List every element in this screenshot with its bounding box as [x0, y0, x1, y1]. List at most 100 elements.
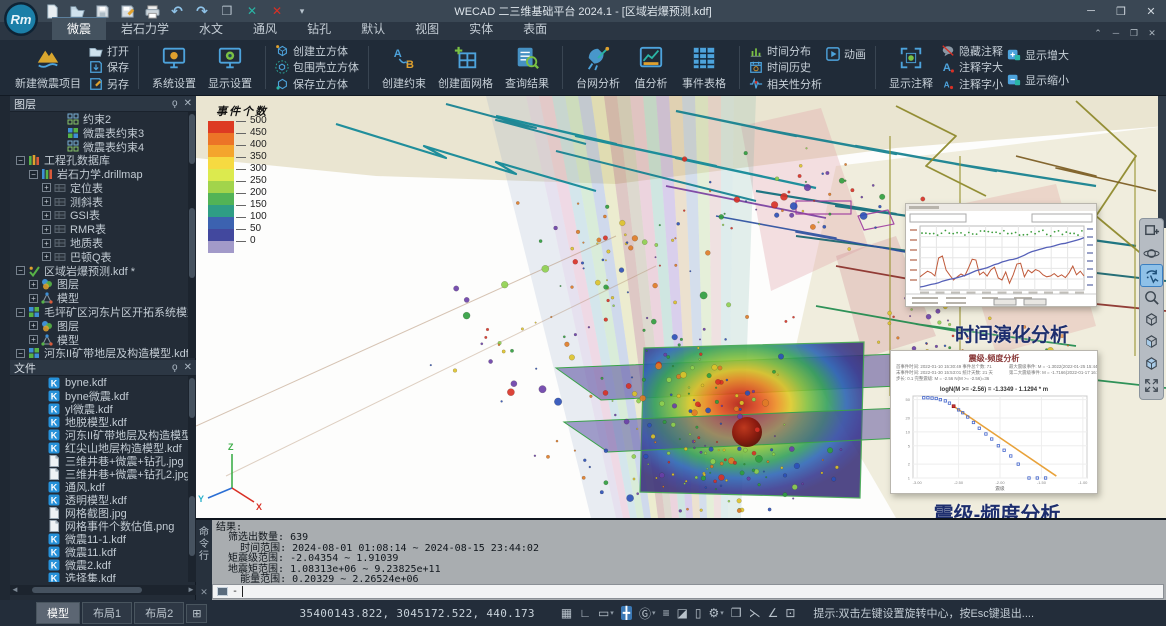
pin-icon[interactable]: ϙ	[172, 98, 178, 109]
print-icon[interactable]	[144, 3, 160, 19]
ribbon-button-查询结果[interactable]: 查询结果	[499, 42, 555, 93]
ribbon-button-注释字大[interactable]: A注释字大	[941, 59, 1003, 75]
ribbon-button-显示设置[interactable]: 显示设置	[202, 42, 258, 93]
console-tab-command-line[interactable]: 命令行✕	[196, 520, 212, 602]
close-icon[interactable]: ✕	[184, 98, 192, 109]
layout-tab-模型[interactable]: 模型	[36, 602, 80, 624]
view-cube-solid-icon[interactable]	[1141, 353, 1162, 374]
menu-tab-钻孔[interactable]: 钻孔	[292, 18, 346, 40]
close-button[interactable]: ✕	[1136, 0, 1166, 22]
gear-icon[interactable]: ⚙▾	[709, 606, 724, 620]
files-scrollbar[interactable]	[188, 376, 196, 582]
cube-icon[interactable]: ❒	[731, 606, 742, 620]
layers-scrollbar[interactable]	[188, 112, 196, 358]
3d-viewport[interactable]: ZYX 事件个数 500450400350300250200150100500 …	[196, 96, 1166, 518]
ribbon-button-注释字小[interactable]: A注释字小	[941, 76, 1003, 92]
mdi-restore-button[interactable]: ❐	[1126, 26, 1142, 40]
ribbon-button-隐藏注释[interactable]: 隐藏注释	[941, 43, 1003, 59]
tree-item-图层[interactable]: +图层	[10, 278, 188, 292]
maximize-button[interactable]: ❒	[1106, 0, 1136, 22]
tree-expander[interactable]: +	[42, 211, 51, 220]
ribbon-button-系统设置[interactable]: 系统设置	[146, 42, 202, 93]
tree-expander[interactable]: +	[42, 252, 51, 261]
tree-expander[interactable]: +	[42, 197, 51, 206]
ribbon-button-包围壳立方体[interactable]: 包围壳立方体	[275, 59, 359, 75]
object-snap-icon[interactable]: ╋	[621, 606, 632, 620]
save-edit-icon[interactable]	[119, 3, 135, 19]
ribbon-button-时间历史[interactable]: 时间历史	[749, 59, 822, 75]
view-rotate-icon[interactable]	[1141, 265, 1162, 286]
close-red-icon[interactable]: ✕	[269, 3, 285, 19]
tree-expander[interactable]: +	[29, 280, 38, 289]
layout-tab-布局2[interactable]: 布局2	[134, 602, 184, 624]
lineweight-icon[interactable]: ≡	[663, 606, 670, 620]
ribbon-button-另存[interactable]: 另存	[89, 76, 129, 92]
ribbon-button-打开[interactable]: 打开	[89, 43, 129, 59]
ribbon-button-新建微震项目[interactable]: 新建微震项目	[9, 42, 87, 93]
paint-icon[interactable]: ◪	[677, 606, 688, 620]
view-orbit-icon[interactable]	[1141, 243, 1162, 264]
file-item-选择集.kdf[interactable]: K选择集.kdf	[10, 571, 188, 582]
console-close-icon[interactable]: ✕	[200, 587, 208, 598]
ribbon-button-创建面网格[interactable]: 创建面网格	[432, 42, 499, 93]
tree-item-区域岩爆预测.kdf *[interactable]: −区域岩爆预测.kdf *	[10, 264, 188, 278]
ribbon-button-显示缩小[interactable]: 显示缩小	[1007, 72, 1069, 88]
menu-tab-视图[interactable]: 视图	[400, 18, 454, 40]
pin-icon[interactable]: ϙ	[172, 362, 178, 373]
menu-tab-实体[interactable]: 实体	[454, 18, 508, 40]
menu-tab-通风[interactable]: 通风	[238, 18, 292, 40]
tree-expander[interactable]: −	[16, 156, 25, 165]
window-cube-icon[interactable]: ❒	[219, 3, 235, 19]
ribbon-button-相关性分析[interactable]: 相关性分析	[749, 76, 822, 92]
polar-track-icon[interactable]: ▭▾	[598, 606, 614, 620]
ribbon-button-显示增大[interactable]: 显示增大	[1007, 47, 1069, 63]
ribbon-button-创建立方体[interactable]: 创建立方体	[275, 43, 359, 59]
grid-snap-icon[interactable]: ▦	[561, 606, 572, 620]
view-cube-wire-icon[interactable]	[1141, 309, 1162, 330]
mdi-minimize-button[interactable]: ─	[1108, 26, 1124, 40]
redo-icon[interactable]: ↷	[194, 3, 210, 19]
menu-tab-默认[interactable]: 默认	[346, 18, 400, 40]
tree-expander[interactable]: +	[29, 335, 38, 344]
close-icon[interactable]: ✕	[184, 362, 192, 373]
ribbon-button-保存[interactable]: 保存	[89, 59, 129, 75]
view-expand-icon[interactable]	[1141, 375, 1162, 396]
tree-expander[interactable]: +	[42, 239, 51, 248]
minimize-button[interactable]: ─	[1076, 0, 1106, 22]
sheet-icon[interactable]: ▯	[695, 606, 702, 620]
ortho-icon[interactable]: ∟	[579, 606, 591, 620]
runner-icon[interactable]: ⋋	[749, 606, 761, 620]
mdi-up-button[interactable]: ⌃	[1090, 26, 1106, 40]
files-hscrollbar[interactable]: ◄ ►	[10, 585, 196, 595]
qa-dropdown-icon[interactable]: ▾	[294, 3, 310, 19]
ribbon-button-保存立方体[interactable]: 保存立方体	[275, 76, 359, 92]
command-input[interactable]: -	[212, 584, 1164, 599]
layout-tab-布局1[interactable]: 布局1	[82, 602, 132, 624]
tree-expander[interactable]: −	[16, 266, 25, 275]
ribbon-button-动画[interactable]: 动画	[826, 46, 866, 62]
ribbon-button-值分析[interactable]: 值分析	[626, 42, 676, 93]
layout-tab-+[interactable]: ⊞	[186, 604, 207, 623]
menu-tab-表面[interactable]: 表面	[508, 18, 562, 40]
close-teal-icon[interactable]: ✕	[244, 3, 260, 19]
snap-rotate-icon[interactable]: Ⓖ▾	[639, 605, 656, 622]
tree-item-毛坪矿区河东片区开拓系统模型 (1).k[interactable]: −毛坪矿区河东片区开拓系统模型 (1).k	[10, 305, 188, 319]
mdi-close-button[interactable]: ✕	[1144, 26, 1160, 40]
tree-item-河东II矿带地层及构造模型.kdf *[interactable]: −河东II矿带地层及构造模型.kdf *	[10, 347, 188, 358]
ribbon-button-创建约束[interactable]: AB创建约束	[376, 42, 432, 93]
ribbon-button-时间分布[interactable]: 时间分布	[749, 43, 822, 59]
view-pan-icon[interactable]	[1141, 221, 1162, 242]
undo-icon[interactable]: ↶	[169, 3, 185, 19]
tree-expander[interactable]: +	[42, 183, 51, 192]
view-cube-face-icon[interactable]	[1141, 331, 1162, 352]
tree-expander[interactable]: −	[16, 349, 25, 358]
menu-tab-岩石力学[interactable]: 岩石力学	[106, 18, 184, 40]
ribbon-button-显示注释[interactable]: 显示注释	[883, 42, 939, 93]
tree-expander[interactable]: −	[16, 308, 25, 317]
tree-item-图层[interactable]: +图层	[10, 319, 188, 333]
fullscreen-icon[interactable]: ⊡	[785, 606, 795, 620]
tree-expander[interactable]: +	[29, 321, 38, 330]
tree-expander[interactable]: −	[29, 170, 38, 179]
tree-expander[interactable]: +	[42, 225, 51, 234]
view-zoom-icon[interactable]	[1141, 287, 1162, 308]
